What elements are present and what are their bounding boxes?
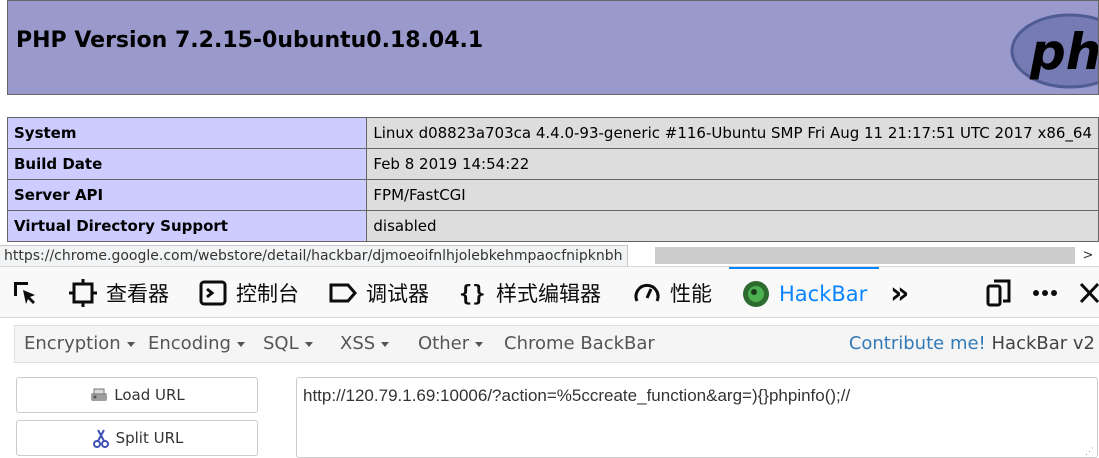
php-info-table: System Linux d08823a703ca 4.4.0-93-gener… (6, 117, 1099, 242)
menu-label: Chrome BackBar (504, 333, 655, 354)
tab-console[interactable]: 控制台 (198, 267, 299, 319)
options-button[interactable] (1030, 267, 1060, 319)
menu-label: XSS (340, 333, 376, 354)
inspector-icon (69, 279, 97, 307)
php-header: PHP Version 7.2.15-0ubuntu0.18.04.1 php (7, 0, 1099, 95)
tab-label: 查看器 (106, 282, 169, 306)
table-row: Server API FPM/FastCGI (6, 179, 1099, 211)
split-url-label: Split URL (115, 429, 184, 447)
menu-other[interactable]: Other (418, 326, 484, 362)
scissors-icon (92, 429, 109, 448)
row-key: System (6, 117, 368, 149)
caret-down-icon (126, 341, 135, 347)
menu-chrome-backbar[interactable]: Chrome BackBar (504, 326, 655, 362)
phpinfo-page: PHP Version 7.2.15-0ubuntu0.18.04.1 php … (0, 0, 1099, 245)
table-row: System Linux d08823a703ca 4.4.0-93-gener… (6, 117, 1099, 149)
tab-label: 样式编辑器 (496, 282, 601, 306)
row-value: disabled (366, 210, 1099, 242)
menu-label: Other (418, 333, 470, 354)
hackbar-version: HackBar v2 (985, 333, 1096, 354)
menu-sql[interactable]: SQL (263, 326, 313, 362)
tab-hackbar[interactable]: HackBar (729, 267, 879, 319)
load-url-icon (91, 388, 108, 401)
chevron-double-right-icon: » (890, 275, 910, 311)
caret-down-icon (304, 341, 313, 347)
caret-down-icon (381, 341, 390, 347)
tab-label: HackBar (779, 282, 868, 306)
performance-icon (634, 283, 660, 302)
close-icon (1079, 282, 1099, 304)
contribute-area: Contribute me! HackBar v2 (849, 326, 1095, 362)
menu-label: Encoding (148, 333, 231, 354)
contribute-link[interactable]: Contribute me! (849, 333, 986, 354)
table-row: Build Date Feb 8 2019 14:54:22 (6, 148, 1099, 180)
row-value: Linux d08823a703ca 4.4.0-93-generic #116… (366, 117, 1099, 149)
ellipsis-icon (1033, 290, 1057, 296)
close-devtools-button[interactable] (1078, 267, 1099, 319)
devtools-toolbar: 查看器 控制台 调试器 {} 样式编辑器 性能 HackBar » (0, 266, 1099, 318)
row-value: FPM/FastCGI (366, 179, 1099, 211)
scroll-right-arrow-icon[interactable]: > (1078, 245, 1098, 266)
php-logo[interactable]: php (1008, 9, 1099, 89)
url-value: http://120.79.1.69:10006/?action=%5ccrea… (303, 386, 851, 405)
row-key: Server API (6, 179, 368, 211)
menu-encryption[interactable]: Encryption (24, 326, 135, 362)
hackbar-icon (743, 281, 769, 307)
row-key: Build Date (6, 148, 368, 180)
php-logo-text: php (1029, 23, 1099, 81)
tab-performance[interactable]: 性能 (632, 267, 712, 319)
page-title: PHP Version 7.2.15-0ubuntu0.18.04.1 (16, 28, 484, 53)
url-textarea[interactable]: http://120.79.1.69:10006/?action=%5ccrea… (296, 377, 1098, 458)
status-bar-url: https://chrome.google.com/webstore/detai… (0, 245, 628, 268)
console-icon (199, 280, 227, 306)
menu-label: SQL (263, 333, 299, 354)
responsive-design-button[interactable] (984, 267, 1014, 319)
svg-text:{}: {} (459, 282, 486, 307)
row-key: Virtual Directory Support (6, 210, 368, 242)
element-picker-icon (14, 282, 35, 304)
caret-down-icon (475, 341, 484, 347)
menu-label: Encryption (24, 333, 121, 354)
style-editor-icon: {} (459, 282, 486, 307)
responsive-design-icon (986, 279, 1011, 307)
table-row: Virtual Directory Support disabled (6, 210, 1099, 242)
tab-label: 控制台 (236, 282, 299, 306)
split-url-button[interactable]: Split URL (16, 420, 258, 456)
element-picker-button[interactable] (10, 267, 40, 319)
caret-down-icon (236, 341, 245, 347)
menu-encoding[interactable]: Encoding (148, 326, 245, 362)
tab-style-editor[interactable]: {} 样式编辑器 (458, 267, 601, 319)
tab-inspector[interactable]: 查看器 (68, 267, 169, 319)
tab-label: 调试器 (366, 282, 429, 306)
more-tools-button[interactable]: » (890, 267, 909, 319)
row-value: Feb 8 2019 14:54:22 (366, 148, 1099, 180)
load-url-button[interactable]: Load URL (16, 377, 258, 413)
menu-xss[interactable]: XSS (340, 326, 390, 362)
horizontal-scrollbar[interactable] (655, 247, 1075, 264)
debugger-icon (329, 283, 357, 303)
load-url-label: Load URL (114, 386, 185, 404)
tab-label: 性能 (670, 282, 712, 306)
resize-handle-icon[interactable]: ⋰ (1085, 446, 1095, 457)
hackbar-menu: Encryption Encoding SQL XSS Other Chrome… (14, 325, 1099, 363)
tab-debugger[interactable]: 调试器 (328, 267, 429, 319)
